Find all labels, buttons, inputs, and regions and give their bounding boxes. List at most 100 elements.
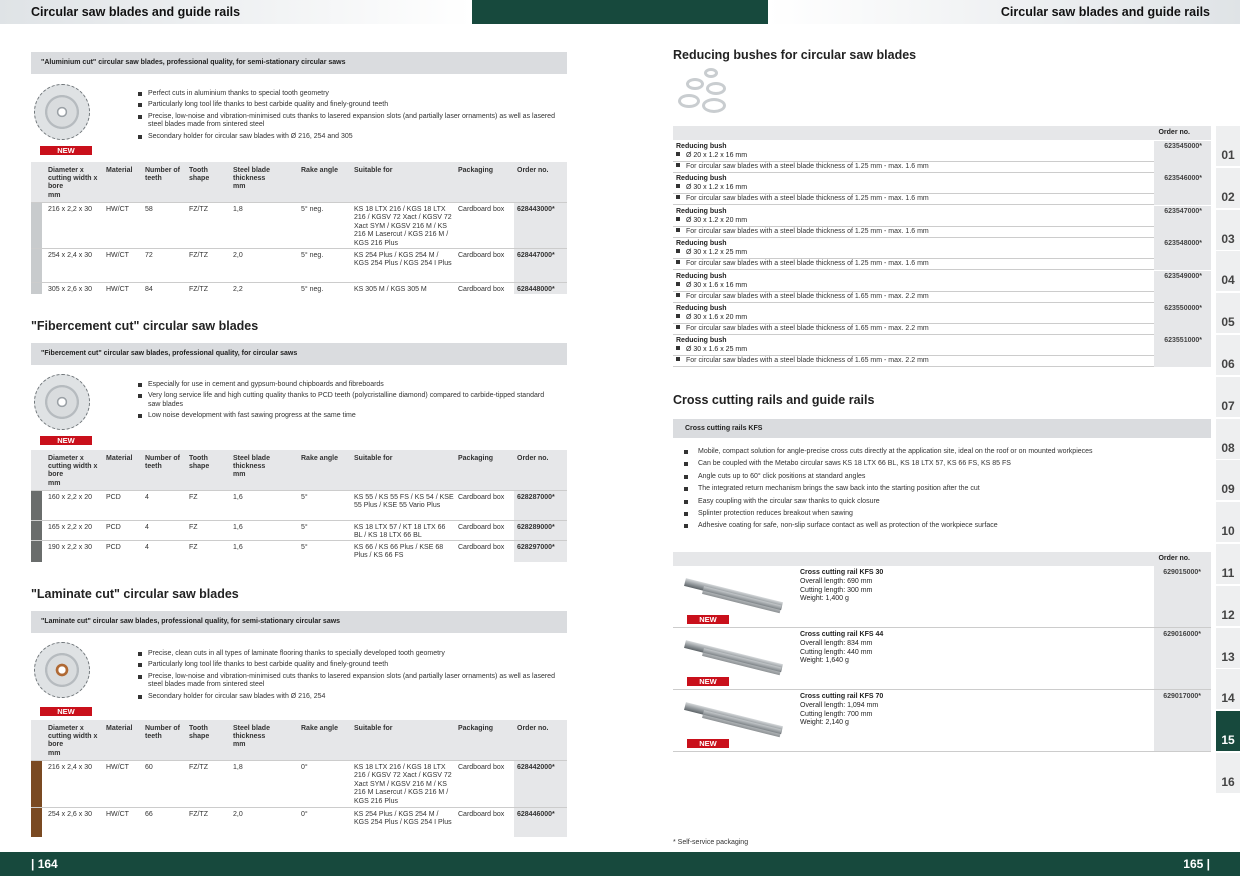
row-divider xyxy=(673,193,1154,195)
header-material: Material xyxy=(106,455,133,462)
bullet-square xyxy=(676,216,680,221)
kfs-features: Mobile, compact solution for angle-preci… xyxy=(684,448,1204,535)
feature-bullet: Angle cuts up to 60° click positions at … xyxy=(684,473,1204,481)
product-dimension: Ø 30 x 1.6 x 25 mm xyxy=(676,346,747,353)
header-suitable-for: Suitable for xyxy=(354,455,393,462)
product-name: Reducing bush xyxy=(676,337,727,345)
cell-teeth: 60 xyxy=(145,764,153,771)
dimension-text: Ø 30 x 1.2 x 25 mm xyxy=(686,249,748,257)
reducing-bush-row: Reducing bush Ø 30 x 1.6 x 25 mm For circu… xyxy=(673,335,1211,368)
chapter-tab-14[interactable]: 14 xyxy=(1216,669,1240,711)
chapter-tab-08[interactable]: 08 xyxy=(1216,418,1240,460)
fibercement-features: Especially for use in cement and gypsum-… xyxy=(138,381,558,424)
cell-suitable-for: KS 66 / KS 66 Plus / KSE 68 Plus / KS 66… xyxy=(354,544,444,560)
laminate-features: Precise, clean cuts in all types of lami… xyxy=(138,650,558,704)
chapter-tab-11[interactable]: 11 xyxy=(1216,544,1240,585)
cell-material: HW/CT xyxy=(106,252,129,259)
cell-thickness: 1,8 xyxy=(233,764,243,771)
chapter-tab-12[interactable]: 12 xyxy=(1216,585,1240,627)
cell-order-no: 628289000* xyxy=(517,524,555,531)
fibercement-section-bar: "Fibercement cut" circular saw blades, p… xyxy=(31,343,567,365)
aluminium-table: Diameter x cutting width x bore mm Materi… xyxy=(31,162,567,294)
bullet-square xyxy=(676,260,680,265)
product-note: For circular saw blades with a steel bla… xyxy=(676,260,929,267)
product-dimension: Ø 30 x 1.2 x 20 mm xyxy=(676,216,747,224)
cell-order-no: 628442000* xyxy=(517,764,555,771)
table-header: Diameter x cutting width x bore mm Materi… xyxy=(31,450,567,490)
cell-tooth-shape: FZ/TZ xyxy=(189,252,209,259)
table-row: 254 x 2,6 x 30 HW/CT 66 FZ/TZ 2,0 0° KS 254 Pl… xyxy=(31,807,567,837)
cell-material: PCD xyxy=(106,524,121,531)
row-divider xyxy=(673,323,1154,324)
cell-tooth-shape: FZ xyxy=(189,524,198,531)
page-footer: | 164 165 | xyxy=(0,852,1240,876)
kfs-product-row: NEW Cross cutting rail KFS 70 Overall leng… xyxy=(673,690,1211,752)
feature-bullet: Particularly long tool life thanks to be… xyxy=(138,661,558,669)
product-dimension: Ø 30 x 1.6 x 16 mm xyxy=(676,281,747,289)
cutting-length: Cutting length: 440 mm xyxy=(800,648,873,656)
bullet-square xyxy=(676,357,680,362)
order-number: 629016000* xyxy=(1163,631,1201,638)
note-text: For circular saw blades with a steel bla… xyxy=(686,325,929,332)
fibercement-heading: "Fibercement cut" circular saw blades xyxy=(31,319,259,333)
overall-length: Overall length: 690 mm xyxy=(800,578,873,585)
cell-tooth-shape: FZ/TZ xyxy=(189,811,209,818)
chapter-tab-15[interactable]: 15 xyxy=(1216,711,1240,753)
washer-shape xyxy=(704,68,718,78)
feature-bullet: The integrated return mechanism brings t… xyxy=(684,485,1204,493)
chapter-tab-04[interactable]: 04 xyxy=(1216,251,1240,293)
chapter-tab-10[interactable]: 10 xyxy=(1216,502,1240,544)
cell-teeth: 4 xyxy=(145,524,149,531)
order-number: 623545000* xyxy=(1164,143,1202,150)
product-note: For circular saw blades with a steel bla… xyxy=(676,325,929,332)
washer-shape xyxy=(702,98,726,113)
new-badge: NEW xyxy=(687,677,729,686)
cell-material: PCD xyxy=(106,544,121,551)
reducing-bush-row: Reducing bush Ø 20 x 1.2 x 16 mm For circu… xyxy=(673,141,1211,173)
cell-suitable-for: KS 254 Plus / KGS 254 M / KGS 254 Plus /… xyxy=(354,252,452,268)
table-row: 190 x 2,2 x 30 PCD 4 FZ 1,6 5° KS 66 / KS 66 P… xyxy=(31,540,567,562)
chapter-tab-07[interactable]: 07 xyxy=(1216,376,1240,418)
cell-suitable-for: KS 18 LTX 57 / KT 18 LTX 66 BL / KS 18 L… xyxy=(354,524,446,540)
dimension-text: Ø 30 x 1.2 x 16 mm xyxy=(686,184,748,192)
product-name: Cross cutting rail KFS 44 xyxy=(800,631,884,638)
cell-thickness: 2,0 xyxy=(233,252,243,259)
overall-length: Overall length: 1,094 mm xyxy=(800,702,879,709)
product-dimension: Ø 20 x 1.2 x 16 mm xyxy=(676,152,747,159)
header-diameter: Diameter x cutting width x bore mm xyxy=(48,455,98,487)
product-name: Cross cutting rail KFS 30 xyxy=(800,569,884,576)
chapter-tab-02[interactable]: 02 xyxy=(1216,167,1240,209)
laminate-table: Diameter x cutting width x bore mm Materi… xyxy=(31,720,567,837)
header-thickness: Steel blade thickness mm xyxy=(233,167,270,191)
new-badge-aluminium: NEW xyxy=(40,146,92,155)
chapter-tab-16[interactable]: 16 xyxy=(1216,753,1240,794)
bullet-square xyxy=(676,184,680,189)
note-text: For circular saw blades with a steel bla… xyxy=(686,260,929,268)
weight: Weight: 1,640 g xyxy=(800,657,849,664)
feature-bullet: Low noise development with fast sawing p… xyxy=(138,412,558,420)
order-number: 623548000* xyxy=(1164,240,1202,248)
chapter-tab-05[interactable]: 05 xyxy=(1216,293,1240,335)
cell-tooth-shape: FZ/TZ xyxy=(189,206,209,213)
cell-rake-angle: 5° xyxy=(301,544,308,551)
order-no-header: Order no. xyxy=(1158,555,1190,562)
cell-teeth: 58 xyxy=(145,206,153,213)
feature-bullet: Perfect cuts in aluminium thanks to spec… xyxy=(138,90,558,98)
chapter-tab-03[interactable]: 03 xyxy=(1216,209,1240,251)
chapter-tab-13[interactable]: 13 xyxy=(1216,627,1240,669)
chapter-tab-01[interactable]: 01 xyxy=(1216,126,1240,167)
cell-diameter: 305 x 2,6 x 30 xyxy=(48,286,92,293)
product-name: Cross cutting rail KFS 70 xyxy=(800,693,884,700)
washer-shape xyxy=(678,94,700,108)
cell-packaging: Cardboard box xyxy=(458,494,505,501)
row-divider xyxy=(673,225,1154,227)
header-material: Material xyxy=(106,725,133,732)
chapter-tab-06[interactable]: 06 xyxy=(1216,335,1240,376)
product-name: Reducing bush xyxy=(676,143,727,150)
feature-bullet: Particularly long tool life thanks to be… xyxy=(138,101,558,109)
kfs-product-row: NEW Cross cutting rail KFS 30 Overall leng… xyxy=(673,566,1211,628)
chapter-tab-09[interactable]: 09 xyxy=(1216,460,1240,502)
page-number-left: | 164 xyxy=(31,857,58,871)
order-no-header: Order no. xyxy=(1158,129,1190,136)
header-diameter: Diameter x cutting width x bore mm xyxy=(48,167,98,199)
